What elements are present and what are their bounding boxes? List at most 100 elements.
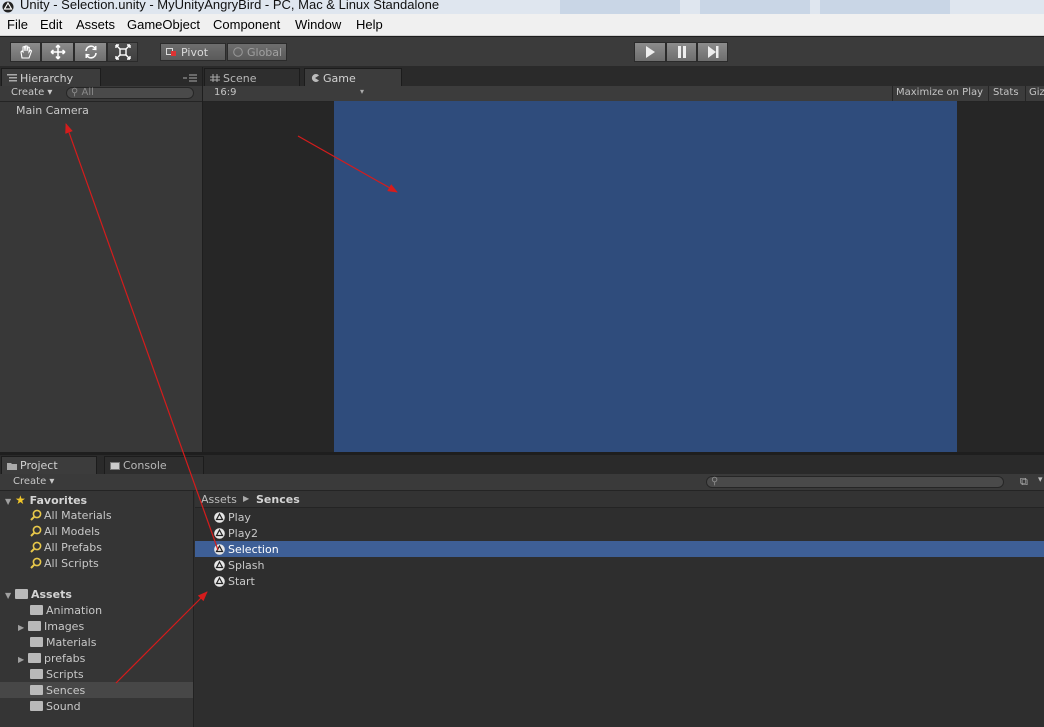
pause-button[interactable] [666,42,697,62]
play-icon [646,46,655,58]
breadcrumb-sences[interactable]: Sences [256,493,300,506]
unity-logo-icon [2,1,14,13]
hierarchy-create-button[interactable]: Create ▾ [11,87,52,98]
folder-label: Sound [46,700,81,713]
pivot-toggle[interactable]: Pivot [160,43,226,61]
file-label: Selection [228,543,279,556]
stats-toggle[interactable]: Stats [988,86,1023,101]
unity-scene-icon [214,512,225,523]
favorite-label: All Scripts [44,557,99,570]
global-toggle[interactable]: Global [227,43,287,61]
folder-sound[interactable]: Sound [30,700,81,713]
magnifier-icon [30,509,42,521]
folder-images[interactable]: ▶ Images [18,620,84,633]
folder-sences[interactable]: Sences [30,684,85,697]
tab-hierarchy-label: Hierarchy [20,71,74,85]
file-splash[interactable]: Splash [214,559,264,572]
file-play[interactable]: Play [214,511,251,524]
tab-console-label: Console [123,459,167,472]
folder-prefabs[interactable]: ▶ prefabs [18,652,85,665]
move-tool-button[interactable] [41,42,74,62]
folder-label: Sences [46,684,86,697]
folder-materials[interactable]: Materials [30,636,96,649]
project-panel: Project Console Create ▾ ⚲ ⧉ ▾ ▼ ★ Favori… [0,455,1044,727]
magnifier-icon [30,525,42,537]
scene-grid-icon [210,74,220,82]
expand-triangle-icon: ▼ [5,591,12,600]
unity-editor-window: Unity - Selection.unity - MyUnityAngryBi… [0,0,1044,727]
filter-by-type-icon[interactable]: ⧉ [1020,475,1028,489]
star-icon: ★ [15,493,26,507]
menu-file[interactable]: File [7,17,28,32]
project-create-label: Create [13,476,47,487]
expand-triangle-icon: ▼ [5,497,12,506]
menu-help[interactable]: Help [356,17,383,32]
tab-scene[interactable]: Scene [204,68,300,87]
filter-by-label-icon[interactable]: ▾ [1038,475,1043,485]
scale-icon [114,44,131,60]
menu-window[interactable]: Window [295,17,341,32]
menu-assets[interactable]: Assets [76,17,115,32]
hierarchy-search-input[interactable]: ⚲ All [66,87,194,99]
hierarchy-subbar: Create ▾ ⚲ All [0,86,202,102]
hand-tool-button[interactable] [10,42,41,62]
favorite-label: All Models [44,525,100,538]
folder-icon [30,605,43,615]
scale-tool-button[interactable] [107,42,138,62]
folder-icon [30,701,43,711]
maximize-on-play-toggle[interactable]: Maximize on Play [892,86,986,101]
menu-component[interactable]: Component [213,17,280,32]
aspect-dropdown-arrow-icon[interactable]: ▾ [360,87,364,96]
menu-edit[interactable]: Edit [40,17,62,32]
folder-scripts[interactable]: Scripts [30,668,84,681]
assets-section[interactable]: ▼ Assets [5,588,72,601]
folder-icon [30,669,43,679]
favorite-all-materials[interactable]: All Materials [30,509,112,522]
favorite-all-prefabs[interactable]: All Prefabs [30,541,102,554]
folder-icon [28,653,41,663]
project-search-input[interactable]: ⚲ [706,476,1004,488]
tab-project[interactable]: Project [1,456,97,474]
collapsed-triangle-icon: ▶ [18,623,25,632]
folder-label: Images [44,620,85,633]
aspect-dropdown[interactable]: 16:9 [214,87,236,98]
unity-scene-icon [214,576,225,587]
title-bar-tab-decoration [560,0,680,14]
tab-hierarchy[interactable]: Hierarchy [1,68,101,87]
search-icon: ⚲ [711,476,719,487]
magnifier-icon [30,557,42,569]
file-play2[interactable]: Play2 [214,527,258,540]
file-start[interactable]: Start [214,575,255,588]
folder-label: Materials [46,636,97,649]
maximize-on-play-label: Maximize on Play [896,87,984,98]
favorite-label: All Materials [44,509,112,522]
gizmos-label: Giz [1029,87,1044,98]
rotate-tool-button[interactable] [74,42,107,62]
project-create-button[interactable]: Create ▾ [13,476,54,487]
favorite-all-scripts[interactable]: All Scripts [30,557,99,570]
panel-menu-icon[interactable] [183,74,197,82]
aspect-label: 16:9 [214,87,237,98]
gizmos-toggle[interactable]: Giz [1025,86,1044,101]
breadcrumb: Assets ▶ Sences [195,491,1044,508]
file-selection[interactable]: Selection [214,543,279,556]
step-icon [707,46,718,58]
favorites-section[interactable]: ▼ ★ Favorites [5,493,87,507]
pivot-label: Pivot [181,45,209,59]
game-subbar: 16:9 ▾ Maximize on Play Stats Giz [203,86,1044,102]
play-button[interactable] [634,42,666,62]
project-tabstrip: Project Console [0,455,1044,474]
file-label: Play2 [228,527,258,540]
favorite-all-models[interactable]: All Models [30,525,100,538]
game-view-viewport[interactable] [334,101,957,452]
step-button[interactable] [697,42,728,62]
hierarchy-item-main-camera[interactable]: Main Camera [16,104,89,117]
tab-game[interactable]: Game [304,68,402,87]
tab-game-label: Game [323,71,356,85]
menu-gameobject[interactable]: GameObject [127,17,200,32]
tab-console[interactable]: Console [104,456,204,474]
breadcrumb-assets[interactable]: Assets [201,493,237,506]
search-icon: ⚲ [71,87,79,98]
hierarchy-tabstrip: Hierarchy [0,67,202,87]
folder-animation[interactable]: Animation [30,604,102,617]
